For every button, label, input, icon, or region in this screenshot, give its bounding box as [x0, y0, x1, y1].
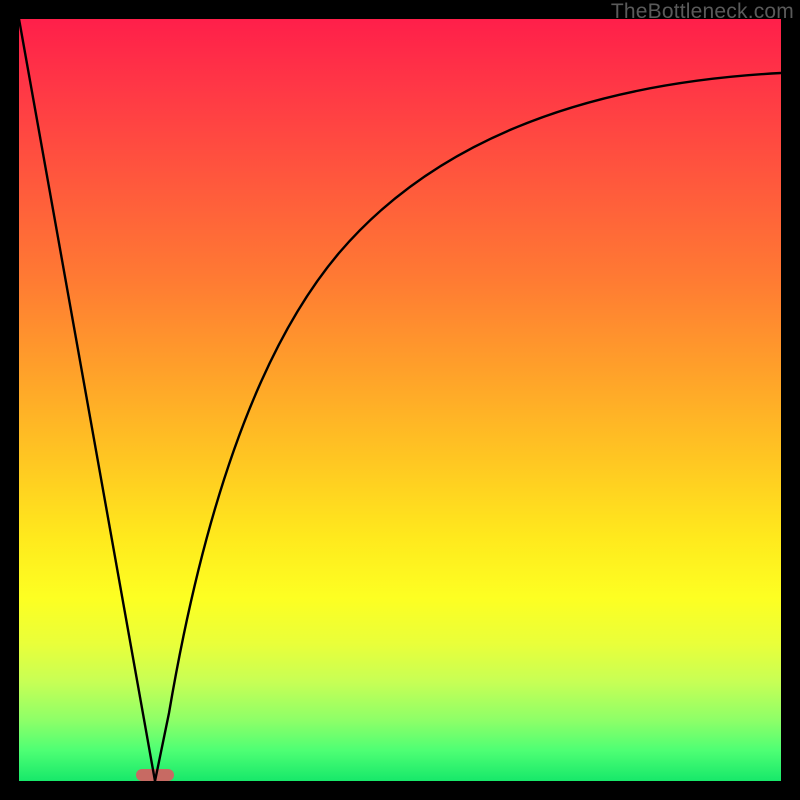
plot-area	[19, 19, 781, 781]
watermark-text: TheBottleneck.com	[611, 0, 794, 24]
bottleneck-curve	[19, 19, 781, 781]
curve-left-branch	[19, 19, 155, 781]
chart-frame: TheBottleneck.com	[0, 0, 800, 800]
curve-right-branch	[155, 73, 781, 781]
